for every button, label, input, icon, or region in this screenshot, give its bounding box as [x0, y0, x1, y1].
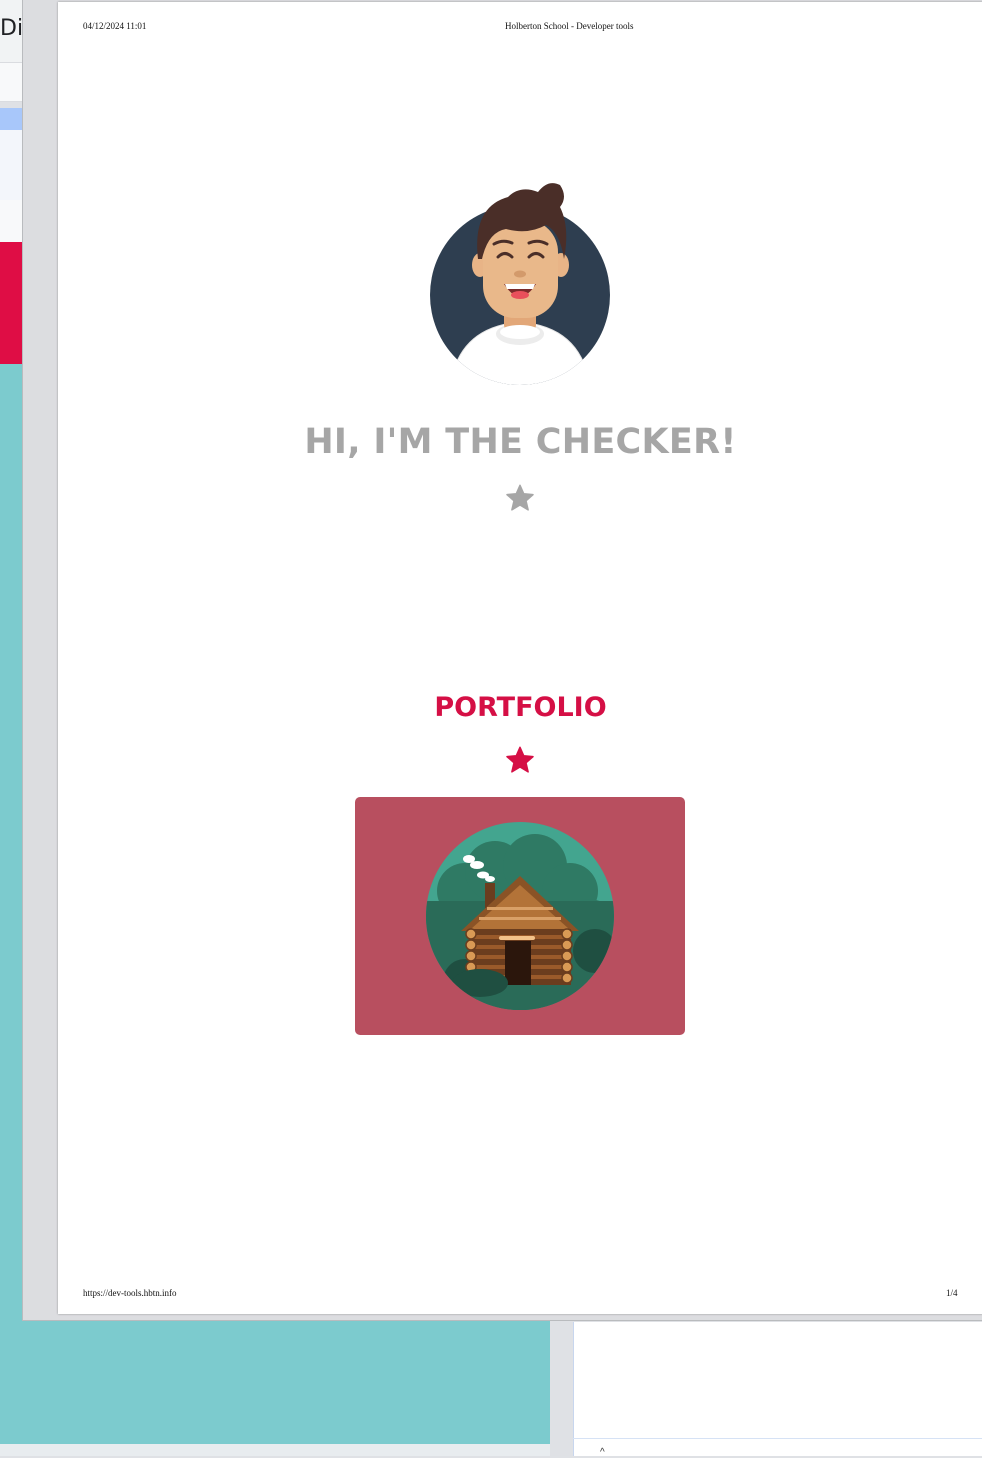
avatar-illustration [430, 183, 610, 385]
log-cabin-illustration [426, 822, 614, 1010]
star-icon [506, 746, 534, 773]
print-preview-page: 04/12/2024 11:01 Holberton School - Deve… [58, 2, 982, 1314]
page-footer-page-number: 1/4 [946, 1288, 958, 1298]
page-header-date: 04/12/2024 11:01 [83, 21, 147, 31]
star-icon [506, 484, 534, 511]
caret-up-icon: ^ [600, 1447, 605, 1458]
print-preview-window[interactable]: 04/12/2024 11:01 Holberton School - Deve… [22, 0, 982, 1321]
hero-title: HI, I'M THE CHECKER! [304, 422, 737, 462]
background-strip [0, 1444, 550, 1456]
portfolio-card[interactable] [355, 797, 685, 1035]
page-footer-url: https://dev-tools.hbtn.info [83, 1288, 177, 1298]
page-header-title: Holberton School - Developer tools [505, 21, 634, 31]
background-title-fragment: Di [0, 16, 24, 41]
background-divider [573, 1438, 982, 1439]
portfolio-title: PORTFOLIO [434, 692, 607, 723]
background-right-panel [573, 1322, 982, 1456]
